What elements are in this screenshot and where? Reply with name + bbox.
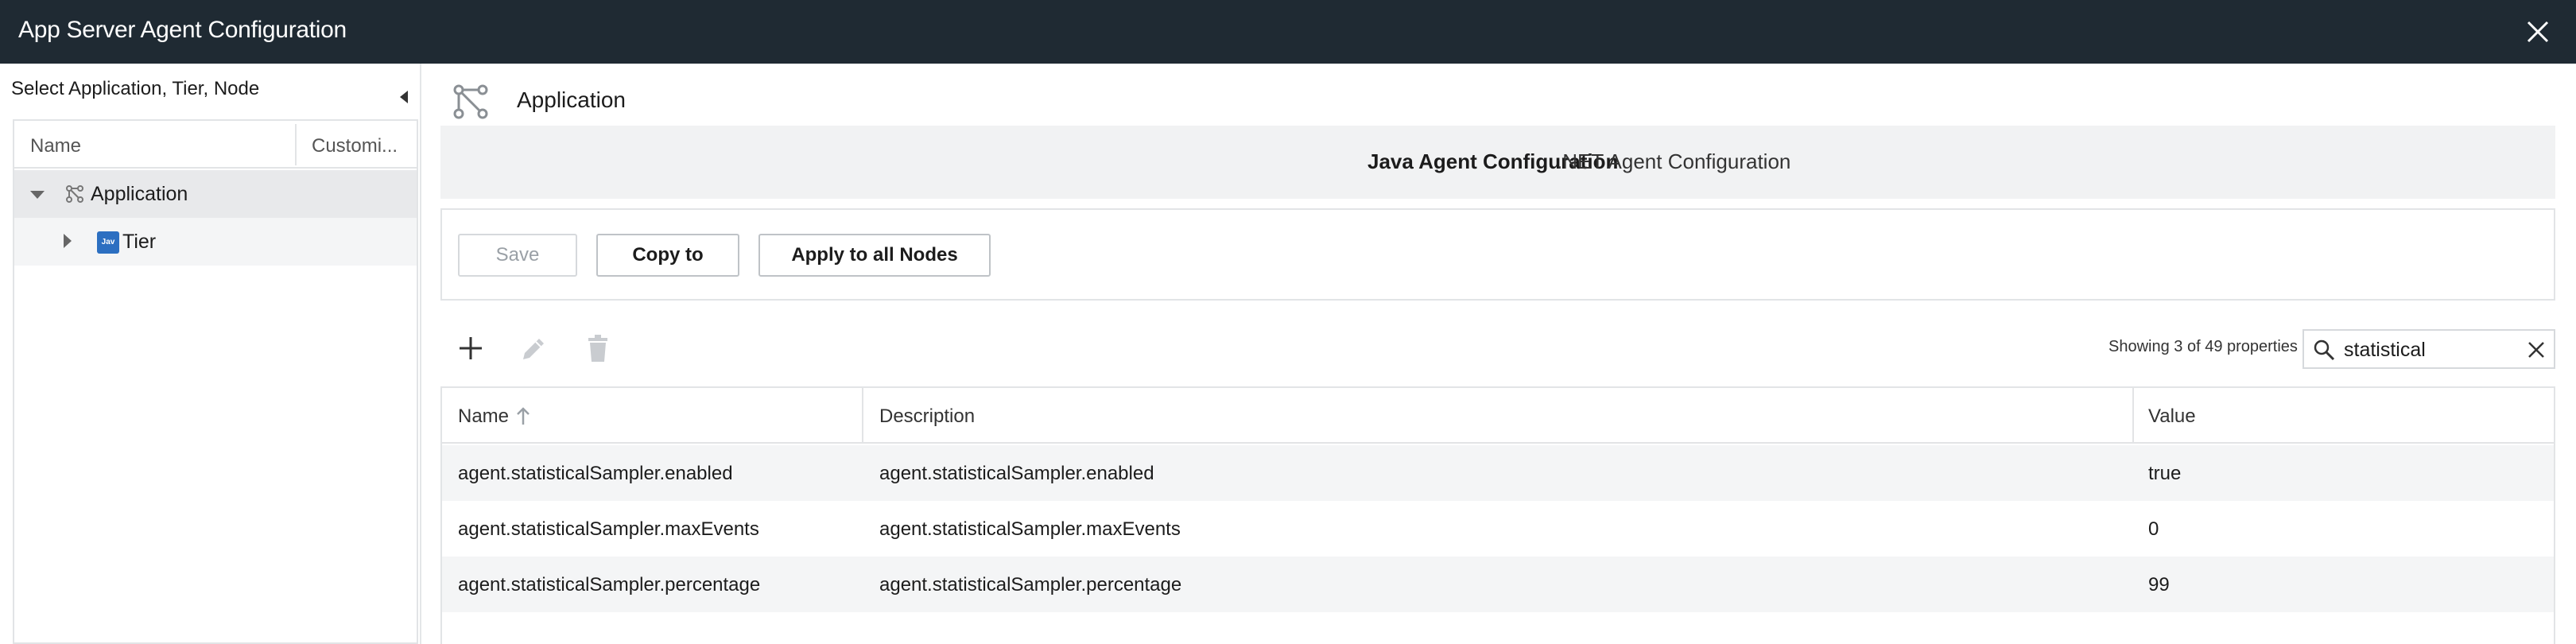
property-description: agent.statisticalSampler.maxEvents	[879, 518, 1181, 540]
results-count: Showing 3 of 49 properties	[2109, 338, 2298, 355]
table-row[interactable]: agent.statisticalSampler.enabled agent.s…	[442, 445, 2554, 501]
edit-icon[interactable]	[517, 331, 552, 366]
column-header-value[interactable]: Value	[2148, 405, 2196, 428]
clear-search-icon[interactable]	[2525, 339, 2547, 361]
application-node-icon	[66, 185, 83, 203]
tab-net-agent-configuration[interactable]: .NET Agent Configuration	[1557, 149, 1790, 174]
property-value: 0	[2148, 518, 2159, 540]
configuration-panel: Application Java Agent Configuration .NE…	[423, 64, 2576, 644]
sort-ascending-icon[interactable]	[515, 405, 531, 426]
collapse-panel-icon[interactable]	[400, 91, 408, 103]
tree-item-label: Tier	[122, 231, 157, 253]
delete-icon[interactable]	[580, 331, 615, 366]
page-title: Application	[517, 87, 626, 112]
property-name: agent.statisticalSampler.enabled	[458, 463, 733, 484]
property-search	[2302, 329, 2555, 369]
java-tier-icon: Jav	[97, 231, 119, 254]
tree-item-application[interactable]: Application	[14, 170, 417, 218]
search-input[interactable]	[2344, 336, 2519, 364]
tree-header: Name Customi...	[14, 121, 417, 169]
save-button[interactable]: Save	[458, 234, 577, 277]
column-divider[interactable]	[2132, 388, 2134, 444]
table-header: Name Description Value	[442, 388, 2554, 444]
application-icon	[453, 84, 488, 119]
copy-to-button[interactable]: Copy to	[596, 234, 739, 277]
tree-item-tier[interactable]: Jav Tier	[14, 218, 417, 266]
window-title: App Server Agent Configuration	[18, 17, 347, 43]
property-name: agent.statisticalSampler.percentage	[458, 574, 761, 596]
tree-column-name[interactable]: Name	[30, 135, 81, 157]
title-bar: App Server Agent Configuration	[0, 0, 2576, 64]
selection-panel: Select Application, Tier, Node Name Cust…	[0, 64, 421, 644]
column-header-description[interactable]: Description	[879, 405, 975, 428]
selection-panel-heading: Select Application, Tier, Node	[11, 78, 260, 99]
table-row[interactable]: agent.statisticalSampler.percentage agen…	[442, 557, 2554, 612]
add-icon[interactable]	[453, 331, 488, 366]
properties-table: Name Description Value agent.statistical…	[440, 386, 2555, 644]
search-icon	[2314, 339, 2335, 361]
property-description: agent.statisticalSampler.enabled	[879, 463, 1154, 484]
tree-item-label: Application	[91, 183, 188, 205]
close-icon[interactable]	[2519, 13, 2557, 51]
entity-tree: Name Customi... Application Jav Tier	[13, 119, 418, 644]
apply-to-all-nodes-button[interactable]: Apply to all Nodes	[758, 234, 991, 277]
expand-caret-icon[interactable]	[64, 234, 72, 248]
agent-tabs: Java Agent Configuration .NET Agent Conf…	[440, 126, 2555, 199]
property-description: agent.statisticalSampler.percentage	[879, 574, 1182, 596]
table-row[interactable]: agent.statisticalSampler.maxEvents agent…	[442, 501, 2554, 557]
action-bar: Save Copy to Apply to all Nodes	[440, 208, 2555, 301]
property-value: true	[2148, 463, 2182, 484]
property-name: agent.statisticalSampler.maxEvents	[458, 518, 759, 540]
collapse-caret-icon[interactable]	[30, 191, 45, 199]
property-value: 99	[2148, 574, 2170, 596]
column-header-name[interactable]: Name	[458, 405, 509, 428]
column-divider[interactable]	[862, 388, 863, 444]
column-divider[interactable]	[295, 124, 297, 165]
tree-column-customized[interactable]: Customi...	[312, 135, 398, 157]
